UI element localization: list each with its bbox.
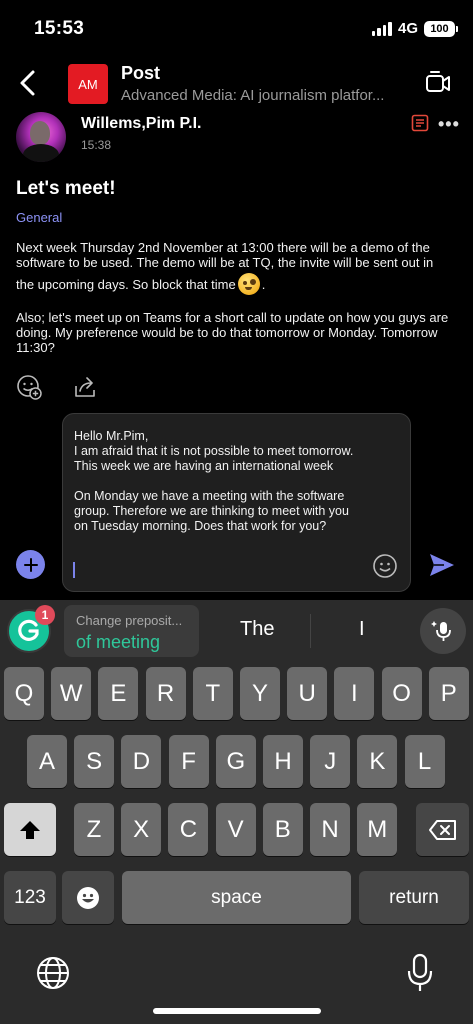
back-button[interactable]	[12, 66, 42, 100]
grammarly-hint: Change preposit...	[76, 613, 183, 628]
grammarly-badge: 1	[35, 605, 55, 625]
reply-text[interactable]: Hello Mr.Pim, I am afraid that it is not…	[74, 429, 359, 534]
add-attachment-button[interactable]	[16, 550, 45, 579]
suggestion-word-1[interactable]: The	[240, 618, 274, 641]
key-u[interactable]: U	[287, 667, 328, 720]
battery-icon: 100	[424, 20, 458, 37]
plus-icon	[23, 557, 38, 572]
key-a[interactable]: A	[27, 735, 67, 788]
cellular-signal-icon	[371, 21, 392, 36]
key-f[interactable]: F	[168, 735, 209, 788]
key-b[interactable]: B	[262, 803, 303, 856]
shift-key[interactable]	[4, 803, 56, 856]
key-h[interactable]: H	[263, 735, 303, 788]
key-m[interactable]: M	[357, 803, 398, 856]
emoji-key[interactable]	[62, 871, 114, 924]
add-reaction-icon	[17, 375, 42, 400]
post-paragraph-1a: Next week Thursday 2nd November at 13:00…	[16, 240, 434, 270]
magic-mic-icon	[431, 621, 451, 641]
author-avatar[interactable]	[16, 112, 66, 162]
key-l[interactable]: L	[404, 735, 445, 788]
team-avatar[interactable]: AM	[68, 64, 108, 104]
keyboard: 1 Change preposit... of meeting The I QW…	[0, 600, 473, 1024]
key-j[interactable]: J	[310, 735, 351, 788]
share-icon	[75, 377, 95, 397]
key-r[interactable]: R	[145, 667, 186, 720]
suggestion-divider	[310, 614, 311, 648]
post-paragraph-1b: the upcoming days. So block that time	[16, 276, 236, 292]
delete-key[interactable]	[416, 803, 469, 856]
video-call-icon[interactable]	[425, 70, 451, 96]
key-n[interactable]: N	[310, 803, 350, 856]
key-c[interactable]: C	[168, 803, 209, 856]
status-time: 15:53	[34, 18, 85, 39]
reply-input[interactable]: Hello Mr.Pim, I am afraid that it is not…	[62, 413, 411, 592]
post-tag[interactable]: General	[16, 210, 62, 225]
key-s[interactable]: S	[74, 735, 115, 788]
key-v[interactable]: V	[215, 803, 256, 856]
page-title: Post	[121, 63, 161, 83]
key-q[interactable]: Q	[4, 667, 44, 720]
dictation-mic-icon[interactable]	[404, 953, 436, 993]
key-z[interactable]: Z	[74, 803, 114, 856]
suggestion-word-2[interactable]: I	[359, 618, 365, 641]
text-caret	[73, 562, 75, 578]
backspace-icon	[428, 819, 456, 840]
notes-icon[interactable]	[411, 114, 429, 132]
key-g[interactable]: G	[215, 735, 256, 788]
voice-typing-button[interactable]	[420, 608, 466, 654]
post-time: 15:38	[81, 138, 112, 152]
key-i[interactable]: I	[334, 667, 375, 720]
emoji-icon	[77, 886, 99, 909]
chevron-left-icon	[20, 70, 35, 96]
key-t[interactable]: T	[192, 667, 233, 720]
author-name[interactable]: Willems,Pim P.I.	[81, 115, 202, 133]
post-header: AM Post Advanced Media: AI journalism pl…	[0, 56, 473, 110]
team-avatar-initials: AM	[78, 76, 98, 92]
key-p[interactable]: P	[428, 667, 469, 720]
key-w[interactable]: W	[51, 667, 92, 720]
post-body: Next week Thursday 2nd November at 13:00…	[16, 240, 461, 370]
key-k[interactable]: K	[357, 735, 398, 788]
post-actions	[16, 374, 98, 400]
suggestion-bar: 1 Change preposit... of meeting The I	[0, 600, 473, 660]
smiley-emoji-icon	[237, 273, 260, 295]
space-key[interactable]: space	[122, 871, 351, 924]
return-key[interactable]: return	[359, 871, 469, 924]
more-options-icon[interactable]: •••	[438, 114, 460, 135]
key-d[interactable]: D	[121, 735, 162, 788]
share-button[interactable]	[72, 374, 98, 400]
key-x[interactable]: X	[121, 803, 162, 856]
home-indicator	[153, 1008, 321, 1014]
post-title: Let's meet!	[16, 178, 116, 199]
shift-arrow-icon	[20, 820, 40, 839]
key-y[interactable]: Y	[240, 667, 280, 720]
post-paragraph-1c: .	[261, 276, 266, 292]
grammarly-suggestion-card[interactable]: Change preposit... of meeting	[64, 605, 199, 657]
status-indicators: 4G 100	[371, 20, 458, 37]
post-paragraph-2: Also; let's meet up on Teams for a short…	[16, 310, 449, 355]
numbers-key[interactable]: 123	[4, 871, 56, 924]
grammarly-suggestion: of meeting	[76, 632, 161, 652]
channel-subtitle[interactable]: Advanced Media: AI journalism platfor...	[121, 87, 406, 104]
send-icon[interactable]	[428, 552, 456, 578]
network-type: 4G	[397, 20, 418, 37]
emoji-picker-icon[interactable]	[372, 553, 398, 579]
add-reaction-button[interactable]	[16, 374, 42, 400]
battery-level: 100	[430, 22, 449, 35]
key-e[interactable]: E	[98, 667, 139, 720]
globe-icon[interactable]	[35, 955, 71, 991]
status-bar: 15:53 4G 100	[0, 0, 473, 56]
key-o[interactable]: O	[381, 667, 422, 720]
